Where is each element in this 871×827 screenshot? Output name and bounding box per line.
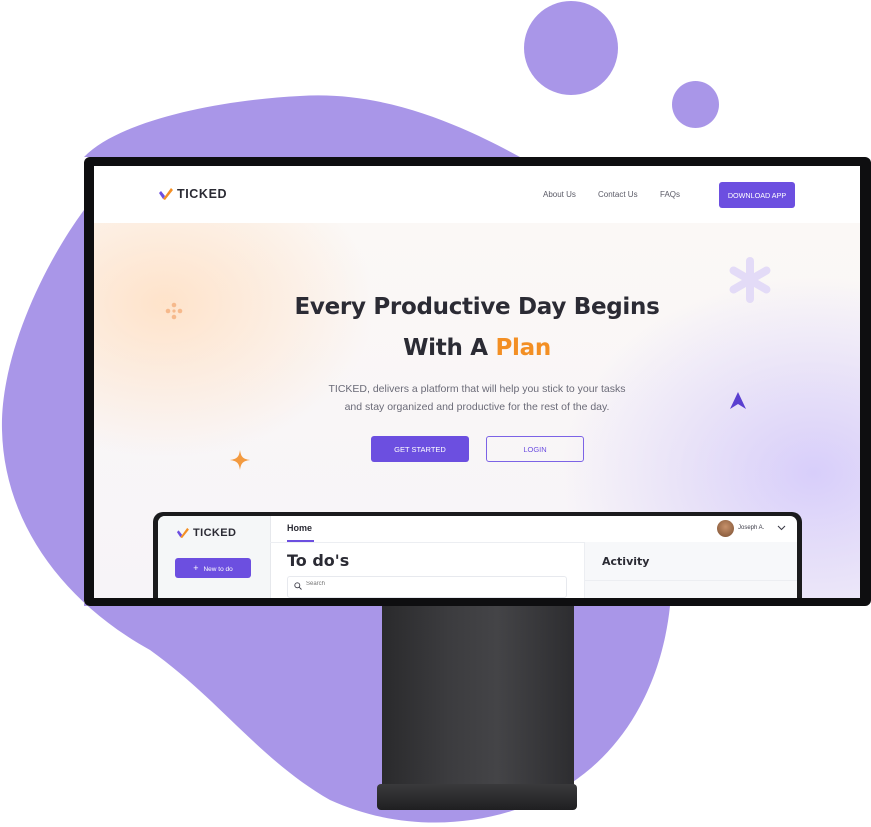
- login-button[interactable]: LOGIN: [486, 436, 584, 462]
- tab-home[interactable]: Home: [287, 523, 312, 533]
- tab-active-indicator: [287, 540, 314, 542]
- sparkle-icon: [230, 450, 250, 470]
- monitor-stand: [382, 600, 574, 800]
- search-input[interactable]: [304, 580, 508, 588]
- page-title: To do's: [287, 551, 350, 570]
- hero-title-line1: Every Productive Day Begins: [294, 294, 660, 320]
- decor-circle-small: [672, 81, 719, 128]
- nav-link-about[interactable]: About Us: [543, 190, 576, 199]
- decor-circle-large: [524, 1, 618, 95]
- hero-subtitle-line1: TICKED, delivers a platform that will he…: [328, 383, 626, 395]
- brand-name: TICKED: [177, 187, 228, 201]
- hero-title-highlight: Plan: [495, 335, 551, 361]
- new-todo-label: New to do: [203, 566, 233, 573]
- top-navbar: TICKED About Us Contact Us FAQs DOWNLOAD…: [94, 166, 860, 224]
- new-todo-button[interactable]: + New to do: [175, 558, 251, 578]
- app-header: Home Joseph A.: [270, 516, 797, 543]
- avatar[interactable]: [717, 520, 734, 537]
- chevron-down-icon[interactable]: [777, 525, 786, 531]
- hero-title-line2: With A Plan: [94, 335, 860, 361]
- hero-title-prefix: With A: [403, 335, 496, 361]
- app-sidebar: TICKED + New to do: [158, 516, 271, 598]
- download-app-button[interactable]: DOWNLOAD APP: [719, 182, 795, 208]
- monitor-stand-base: [377, 784, 577, 810]
- nav-link-contact[interactable]: Contact Us: [598, 190, 638, 199]
- nav-link-faqs[interactable]: FAQs: [660, 190, 680, 199]
- check-logo-icon: [159, 188, 173, 200]
- brand-logo[interactable]: TICKED: [158, 187, 227, 201]
- monitor-screen: TICKED About Us Contact Us FAQs DOWNLOAD…: [94, 166, 860, 598]
- divider: [585, 580, 797, 581]
- activity-panel: Activity: [584, 542, 797, 598]
- app-brand-logo[interactable]: TICKED: [176, 527, 236, 539]
- search-icon: [294, 582, 302, 590]
- plus-icon: +: [193, 563, 199, 573]
- get-started-button[interactable]: GET STARTED: [371, 436, 469, 462]
- hero-section: Every Productive Day Begins With A Plan …: [94, 223, 860, 598]
- search-box[interactable]: [287, 576, 567, 598]
- activity-title: Activity: [602, 555, 650, 568]
- app-preview: TICKED + New to do Home Joseph A. To do's: [158, 516, 797, 598]
- check-logo-icon: [176, 527, 189, 539]
- app-brand-name: TICKED: [193, 527, 237, 539]
- hero-subtitle-line2: and stay organized and productive for th…: [344, 401, 610, 413]
- user-name[interactable]: Joseph A.: [738, 525, 764, 531]
